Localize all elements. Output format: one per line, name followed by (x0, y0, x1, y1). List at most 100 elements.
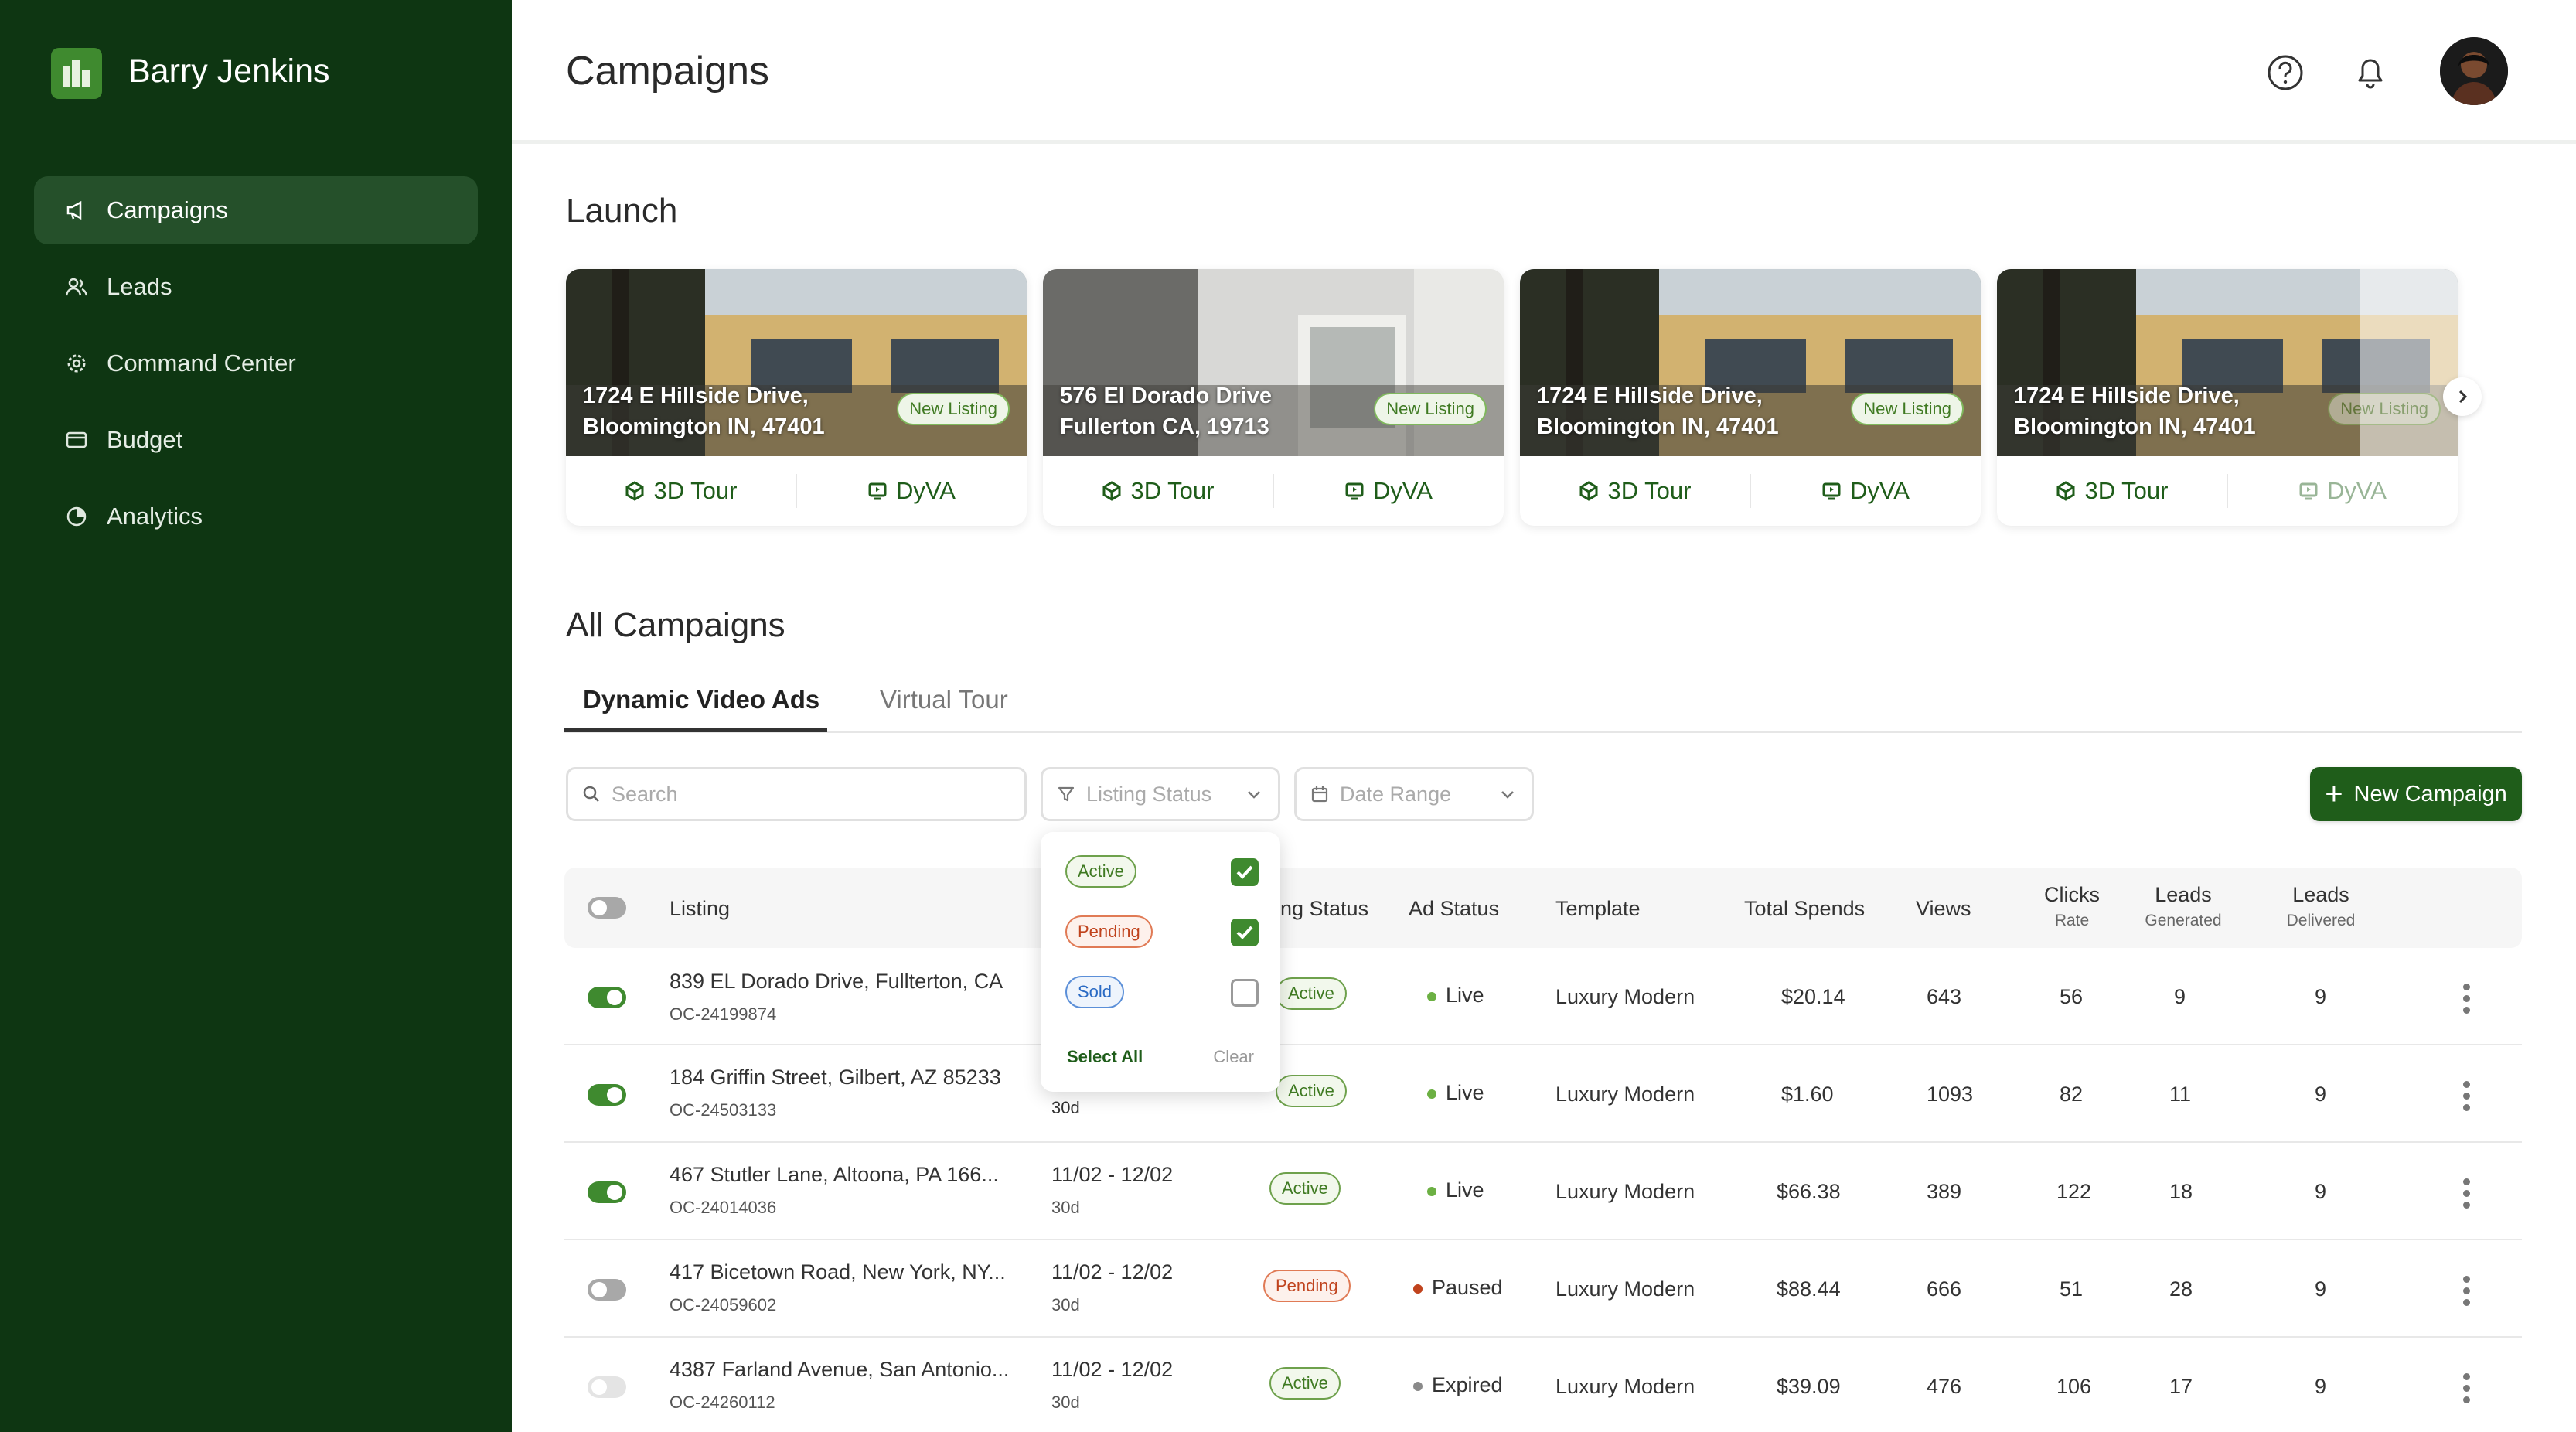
listing-cell: 839 EL Dorado Drive, Fullterton, CA OC-24… (670, 970, 1003, 1024)
launch-card[interactable]: 1724 E Hillside Drive, Bloomington IN, 47… (1520, 269, 1981, 526)
3d-tour-button[interactable]: 3D Tour (566, 477, 796, 505)
views-cell: 1093 (1927, 1083, 1974, 1106)
launch-card[interactable]: 1724 E Hillside Drive, Bloomington IN, 47… (1997, 269, 2458, 526)
video-icon (2299, 482, 2318, 500)
col-total-spends: Total Spends (1744, 897, 1866, 920)
status-dot (1413, 1284, 1423, 1294)
campaign-tabs: Dynamic Video Ads Virtual Tour (564, 673, 2522, 733)
3d-tour-button[interactable]: 3D Tour (1997, 477, 2227, 505)
campaign-toggle[interactable] (588, 1279, 626, 1301)
dyva-button[interactable]: DyVA (797, 477, 1027, 505)
chevron-down-icon (1248, 791, 1260, 799)
campaign-toggle[interactable] (588, 1376, 626, 1398)
leads-delivered-cell: 9 (2315, 1375, 2327, 1398)
spends-cell: $39.09 (1777, 1375, 1841, 1398)
template-cell: Luxury Modern (1555, 985, 1695, 1008)
row-menu-button[interactable] (2463, 1276, 2471, 1307)
duration-cell: 30d (1051, 1098, 1080, 1117)
clicks-cell: 106 (2056, 1375, 2092, 1398)
checkbox-pending[interactable] (1231, 919, 1259, 946)
tab-virtual-tour[interactable]: Virtual Tour (880, 685, 1008, 714)
col-template: Template (1555, 897, 1641, 920)
date-range-select[interactable]: Date Range (1294, 767, 1534, 821)
credit-card-icon (66, 431, 87, 448)
new-listing-badge: New Listing (2328, 393, 2441, 425)
sidebar-item-campaigns[interactable]: Campaigns (34, 176, 478, 244)
help-icon[interactable] (2264, 51, 2307, 94)
3d-tour-button[interactable]: 3D Tour (1520, 477, 1750, 505)
sidebar-item-command-center[interactable]: Command Center (34, 329, 478, 397)
campaign-toggle[interactable] (588, 1084, 626, 1106)
select-all-toggle[interactable] (588, 897, 626, 919)
spends-cell: $20.14 (1781, 985, 1845, 1008)
row-menu-button[interactable] (2463, 1373, 2471, 1404)
sidebar-nav: Campaigns Leads Command Center Budget An… (34, 176, 478, 559)
pie-chart-icon (66, 506, 87, 527)
col-listing-status: ing Status (1276, 897, 1369, 920)
views-cell: 666 (1927, 1277, 1962, 1301)
spends-cell: $66.38 (1777, 1180, 1841, 1203)
row-menu-button[interactable] (2463, 1081, 2471, 1112)
megaphone-icon (66, 200, 82, 220)
new-campaign-button[interactable]: + New Campaign (2310, 767, 2522, 821)
sidebar-item-leads[interactable]: Leads (34, 253, 478, 321)
table-row[interactable]: 184 Griffin Street, Gilbert, AZ 85233 OC-… (564, 1045, 2522, 1143)
views-cell: 643 (1927, 985, 1962, 1008)
status-dot (1427, 991, 1436, 1001)
launch-card[interactable]: 1724 E Hillside Drive, Bloomington IN, 47… (566, 269, 1027, 526)
row-menu-button[interactable] (2463, 984, 2471, 1014)
leads-generated-cell: 18 (2169, 1180, 2193, 1203)
users-icon (65, 278, 88, 296)
card-address: 1724 E Hillside Drive, Bloomington IN, 47… (1537, 384, 1779, 439)
listing-status-select[interactable]: Listing Status (1041, 767, 1280, 821)
spends-cell: $88.44 (1777, 1277, 1841, 1301)
leads-generated-cell: 9 (2174, 985, 2186, 1008)
row-menu-button[interactable] (2463, 1178, 2471, 1209)
user-avatar[interactable] (2440, 37, 2508, 105)
user-name: Barry Jenkins (128, 53, 330, 90)
tab-dynamic-video-ads[interactable]: Dynamic Video Ads (583, 685, 819, 714)
card-address: 1724 E Hillside Drive, Bloomington IN, 47… (583, 384, 825, 439)
table-row[interactable]: 839 EL Dorado Drive, Fullterton, CA OC-24… (564, 948, 2522, 1045)
table-row[interactable]: 467 Stutler Lane, Altoona, PA 166... OC-2… (564, 1143, 2522, 1240)
template-cell: Luxury Modern (1555, 1180, 1695, 1203)
ad-status: Live (1427, 984, 1484, 1008)
search-input[interactable]: Search (566, 767, 1027, 821)
dyva-button[interactable]: DyVA (1751, 477, 1981, 505)
launch-title: Launch (566, 192, 678, 230)
sidebar-item-budget[interactable]: Budget (34, 406, 478, 474)
views-cell: 389 (1927, 1180, 1962, 1203)
table-row[interactable]: 417 Bicetown Road, New York, NY... OC-240… (564, 1240, 2522, 1338)
3d-tour-button[interactable]: 3D Tour (1043, 477, 1273, 505)
checkbox-active[interactable] (1231, 858, 1259, 886)
video-icon (1345, 482, 1364, 500)
carousel-next-button[interactable] (2443, 377, 2482, 416)
campaign-toggle[interactable] (588, 987, 626, 1008)
leads-delivered-cell: 9 (2315, 985, 2327, 1008)
listing-cell: 4387 Farland Avenue, San Antonio... OC-24… (670, 1358, 1010, 1412)
dyva-button[interactable]: DyVA (1274, 477, 1504, 505)
clear-link[interactable]: Clear (1213, 1047, 1254, 1067)
listing-status-badge: Active (1269, 1367, 1341, 1400)
card-address: 576 El Dorado Drive Fullerton CA, 19713 (1060, 384, 1272, 439)
video-icon (1822, 482, 1841, 500)
campaign-toggle[interactable] (588, 1181, 626, 1203)
status-option-pending[interactable]: Pending (1065, 912, 1259, 951)
app-logo (51, 48, 102, 99)
sidebar-item-label: Campaigns (107, 196, 228, 223)
sidebar-item-analytics[interactable]: Analytics (34, 482, 478, 551)
dyva-button[interactable]: DyVA (2228, 477, 2458, 505)
cube-icon (2056, 481, 2074, 501)
select-all-link[interactable]: Select All (1067, 1047, 1143, 1067)
listing-status-badge: Pending (1263, 1270, 1351, 1302)
status-option-active[interactable]: Active (1065, 852, 1259, 891)
status-option-sold[interactable]: Sold (1065, 973, 1259, 1011)
leads-generated-cell: 11 (2169, 1083, 2192, 1106)
sidebar-item-label: Leads (107, 273, 172, 300)
leads-generated-cell: 17 (2169, 1375, 2193, 1398)
bell-icon[interactable] (2349, 51, 2392, 94)
checkbox-sold[interactable] (1231, 979, 1259, 1007)
table-row[interactable]: 4387 Farland Avenue, San Antonio... OC-24… (564, 1338, 2522, 1432)
col-leads-generated: Leads Generated (2145, 883, 2222, 929)
launch-card[interactable]: 576 El Dorado Drive Fullerton CA, 19713 N… (1043, 269, 1504, 526)
